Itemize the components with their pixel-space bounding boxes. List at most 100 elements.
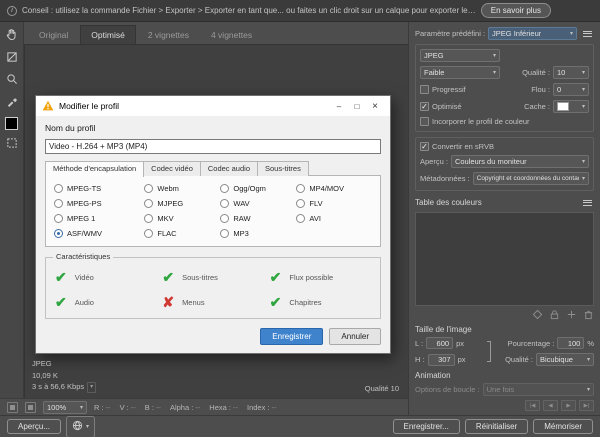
- save-profile-button[interactable]: Enregistrer: [260, 328, 324, 345]
- remember-button[interactable]: Mémoriser: [533, 419, 593, 434]
- close-icon[interactable]: [366, 98, 384, 114]
- format-dropdown[interactable]: JPEG: [420, 49, 500, 62]
- view-tab[interactable]: 2 vignettes: [138, 25, 199, 44]
- dialog-tab[interactable]: Codec audio: [199, 161, 258, 176]
- save-button[interactable]: Enregistrer...: [392, 419, 460, 434]
- maximize-icon[interactable]: [348, 98, 366, 114]
- save-for-web-window: Conseil : utilisez la commande Fichier >…: [0, 0, 600, 437]
- encapsulation-option-label: ASF/WMV: [67, 229, 102, 238]
- preview-dropdown[interactable]: Couleurs du moniteur: [450, 155, 589, 168]
- file-format-label: JPEG: [32, 359, 52, 369]
- frame-nav-button[interactable]: ▶|: [579, 400, 594, 411]
- browser-preview-dropdown[interactable]: ▾: [66, 415, 96, 437]
- view-tab[interactable]: Optimisé: [80, 25, 136, 44]
- profile-name-input[interactable]: [45, 139, 381, 154]
- color-readouts: R : -- V : -- B : -- Alpha : -- Hexa : -…: [94, 403, 277, 412]
- encapsulation-option[interactable]: MP4/MOV: [296, 184, 372, 193]
- eyedropper-color-swatch[interactable]: [5, 117, 18, 130]
- constrain-proportions-icon[interactable]: [487, 341, 491, 362]
- download-speed-menu-icon[interactable]: ▾: [87, 381, 97, 393]
- web-shift-icon[interactable]: [531, 309, 543, 320]
- zoom-level-dropdown[interactable]: 100%: [43, 400, 87, 414]
- encapsulation-option[interactable]: MPEG 1: [54, 214, 140, 223]
- convert-srgb-checkbox[interactable]: [420, 142, 429, 151]
- radio-icon: [296, 214, 306, 223]
- zoom-tool-button[interactable]: [4, 73, 19, 88]
- compression-dropdown[interactable]: Faible: [420, 66, 500, 79]
- frame-nav-button[interactable]: |◀: [525, 400, 540, 411]
- width-input[interactable]: 600: [426, 337, 454, 349]
- frame-nav-button[interactable]: ▶: [561, 400, 576, 411]
- radio-icon: [144, 184, 154, 193]
- encapsulation-option[interactable]: WAV: [220, 199, 292, 208]
- height-input[interactable]: 307: [427, 353, 455, 366]
- feature-label: Chapitres: [289, 297, 322, 307]
- resample-dropdown[interactable]: Bicubique: [536, 353, 594, 366]
- preview-button[interactable]: Aperçu...: [7, 419, 62, 434]
- encapsulation-option[interactable]: MPEG-TS: [54, 184, 140, 193]
- view-tab[interactable]: 4 vignettes: [201, 25, 262, 44]
- matte-swatch: [557, 102, 569, 111]
- percent-input[interactable]: 100: [557, 337, 585, 349]
- new-color-icon[interactable]: [565, 309, 577, 320]
- encapsulation-option[interactable]: Webm: [144, 184, 216, 193]
- color-readout: Index : --: [246, 402, 277, 412]
- learn-more-button[interactable]: En savoir plus: [480, 3, 551, 18]
- reset-button[interactable]: Réinitialiser: [464, 419, 529, 434]
- encapsulation-option[interactable]: MPEG-PS: [54, 199, 140, 208]
- delete-color-icon[interactable]: [582, 309, 594, 320]
- metadata-dropdown[interactable]: Copyright et coordonnées du contact: [472, 172, 589, 185]
- encapsulation-option[interactable]: MP3: [220, 229, 292, 238]
- encapsulation-option[interactable]: AVI: [296, 214, 372, 223]
- metadata-label: Métadonnées :: [420, 174, 470, 183]
- quality-annotation: Qualité 10: [364, 384, 399, 393]
- embed-profile-checkbox[interactable]: [420, 117, 429, 126]
- tip-text: Conseil : utilisez la commande Fichier >…: [22, 6, 476, 15]
- encapsulation-option[interactable]: RAW: [220, 214, 292, 223]
- lock-color-icon[interactable]: [548, 309, 560, 320]
- dialog-tab[interactable]: Codec vidéo: [143, 161, 201, 176]
- color-options-group: Convertir en sRVB Aperçu : Couleurs du m…: [415, 137, 594, 191]
- encapsulation-option[interactable]: FLV: [296, 199, 372, 208]
- cancel-button[interactable]: Annuler: [329, 328, 381, 345]
- color-table-menu-icon[interactable]: [580, 196, 594, 209]
- encapsulation-option[interactable]: MKV: [144, 214, 216, 223]
- encapsulation-option[interactable]: Ogg/Ogm: [220, 184, 292, 193]
- dialog-body: Nom du profil Méthode d'encapsulationCod…: [36, 116, 390, 353]
- hand-tool-button[interactable]: [4, 28, 19, 44]
- encapsulation-option-label: MPEG-TS: [67, 184, 102, 193]
- zoom-toggle-icon[interactable]: [25, 401, 36, 413]
- encapsulation-option[interactable]: ASF/WMV: [54, 229, 140, 238]
- frame-navigation: |◀ ◀ ▶ ▶|: [415, 400, 594, 411]
- dialog-tab[interactable]: Méthode d'encapsulation: [45, 161, 145, 177]
- color-table[interactable]: [415, 212, 594, 306]
- slice-select-tool-button[interactable]: [4, 51, 19, 66]
- dialog-tab[interactable]: Sous-titres: [257, 161, 309, 176]
- color-readout: B : --: [144, 402, 161, 412]
- panel-menu-icon[interactable]: [580, 27, 594, 40]
- optimized-label: Optimisé: [432, 102, 462, 111]
- preset-dropdown[interactable]: JPEG Inférieur: [488, 27, 577, 40]
- encapsulation-option-label: MPEG 1: [67, 214, 96, 223]
- blur-stepper[interactable]: 0: [553, 83, 589, 96]
- dialog-footer: Enregistrer Annuler: [45, 328, 381, 345]
- dialog-title-bar[interactable]: Modifier le profil: [36, 96, 390, 116]
- features-group: Caractéristiques ✔ Vidéo ✔ Sous-titres ✔…: [45, 252, 381, 319]
- view-tab[interactable]: Original: [29, 25, 78, 44]
- encapsulation-option[interactable]: MJPEG: [144, 199, 216, 208]
- height-label: H :: [415, 355, 425, 364]
- optimized-checkbox[interactable]: [420, 102, 429, 111]
- hand-toggle-icon[interactable]: [7, 401, 18, 413]
- progressive-checkbox[interactable]: [420, 85, 429, 94]
- toggle-slices-button[interactable]: [4, 137, 19, 152]
- matte-dropdown[interactable]: [553, 100, 589, 113]
- preview-canvas[interactable]: Modifier le profil Nom du profil Méthode…: [24, 44, 408, 398]
- frame-nav-button[interactable]: ◀: [543, 400, 558, 411]
- browser-globe-icon: [72, 418, 83, 436]
- encapsulation-option[interactable]: FLAC: [144, 229, 216, 238]
- eyedropper-tool-button[interactable]: [4, 95, 19, 110]
- minimize-icon[interactable]: [330, 98, 348, 114]
- quality-stepper[interactable]: 10: [553, 66, 589, 79]
- radio-icon: [220, 229, 230, 238]
- loop-options-dropdown[interactable]: Une fois: [482, 383, 594, 396]
